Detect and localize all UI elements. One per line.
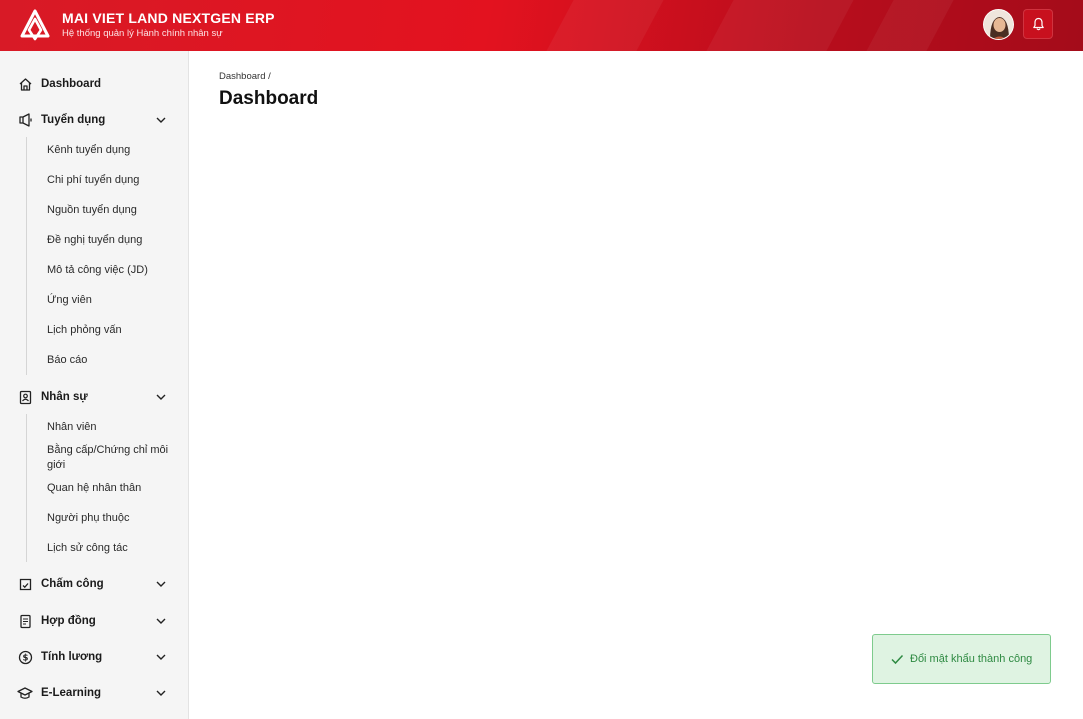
sidebar-item-attendance[interactable]: Chấm công: [0, 571, 189, 597]
submenu-item[interactable]: Nguồn tuyển dụng: [47, 203, 177, 218]
app-header: MAI VIET LAND NEXTGEN ERP Hệ thống quản …: [0, 0, 1083, 51]
submenu-item[interactable]: Đề nghị tuyển dụng: [47, 233, 177, 248]
document-icon: [17, 613, 33, 629]
sidebar-item-label: Chấm công: [41, 578, 104, 590]
sidebar-item-label: E-Learning: [41, 687, 102, 699]
svg-text:$: $: [22, 653, 28, 663]
submenu-item[interactable]: Nhân viên: [47, 420, 177, 435]
submenu-item[interactable]: Người phụ thuộc: [47, 511, 177, 526]
sidebar-item-label: Hợp đồng: [41, 615, 96, 627]
page-title: Dashboard: [219, 88, 319, 109]
chevron-down-icon[interactable]: [155, 114, 167, 126]
user-avatar-icon: [984, 10, 1013, 39]
sidebar-item-recruitment[interactable]: Tuyển dụng: [0, 107, 189, 133]
submenu-item[interactable]: Kênh tuyển dụng: [47, 143, 177, 158]
app-title: MAI VIET LAND NEXTGEN ERP: [62, 10, 275, 26]
sidebar-item-payroll[interactable]: $ Tính lương: [0, 644, 189, 670]
logo-icon[interactable]: [20, 9, 50, 41]
megaphone-icon: [17, 112, 33, 128]
home-icon: [17, 76, 33, 92]
header-decoration: [546, 0, 664, 51]
submenu-item[interactable]: Lịch phỏng vấn: [47, 323, 177, 338]
submenu-item[interactable]: Bằng cấp/Chứng chỉ môi giới: [47, 443, 177, 473]
submenu-item[interactable]: Ứng viên: [47, 293, 177, 308]
chevron-down-icon[interactable]: [155, 391, 167, 403]
sidebar-item-label: Dashboard: [41, 78, 102, 90]
check-icon: [891, 654, 904, 665]
notification-button[interactable]: [1023, 9, 1053, 39]
sidebar-item-label: Tuyển dụng: [41, 114, 106, 126]
sidebar-item-label: Nhân sự: [41, 391, 88, 403]
breadcrumb[interactable]: Dashboard /: [219, 71, 271, 82]
chevron-down-icon[interactable]: [155, 651, 167, 663]
submenu-guide-line: [26, 137, 27, 375]
sidebar: Dashboard Tuyển dụng Kênh tuyển dụng Chi…: [0, 51, 189, 719]
submenu-item[interactable]: Mô tả công việc (JD): [47, 263, 177, 278]
calendar-check-icon: [17, 576, 33, 592]
graduation-cap-icon: [17, 685, 33, 701]
submenu-item[interactable]: Chi phí tuyển dụng: [47, 173, 177, 188]
bell-icon: [1032, 17, 1044, 31]
toast-message: Đổi mật khẩu thành công: [910, 653, 1033, 665]
chevron-down-icon[interactable]: [155, 578, 167, 590]
dollar-icon: $: [17, 649, 33, 665]
submenu-item[interactable]: Quan hệ nhân thân: [47, 481, 177, 496]
submenu-guide-line: [26, 414, 27, 562]
success-toast[interactable]: Đổi mật khẩu thành công: [872, 634, 1051, 684]
chevron-down-icon[interactable]: [155, 615, 167, 627]
contact-icon: [17, 389, 33, 405]
sidebar-item-elearning[interactable]: E-Learning: [0, 680, 189, 706]
sidebar-item-hr[interactable]: Nhân sự: [0, 384, 189, 410]
sidebar-item-dashboard[interactable]: Dashboard: [0, 71, 189, 97]
avatar[interactable]: [983, 9, 1014, 40]
submenu-item[interactable]: Báo cáo: [47, 353, 177, 368]
app-subtitle: Hệ thống quản lý Hành chính nhân sự: [62, 28, 223, 39]
chevron-down-icon[interactable]: [155, 687, 167, 699]
header-decoration: [866, 0, 954, 51]
submenu-item[interactable]: Lịch sử công tác: [47, 541, 177, 556]
header-decoration: [706, 0, 854, 51]
sidebar-item-contracts[interactable]: Hợp đồng: [0, 608, 189, 634]
sidebar-item-label: Tính lương: [41, 651, 103, 663]
